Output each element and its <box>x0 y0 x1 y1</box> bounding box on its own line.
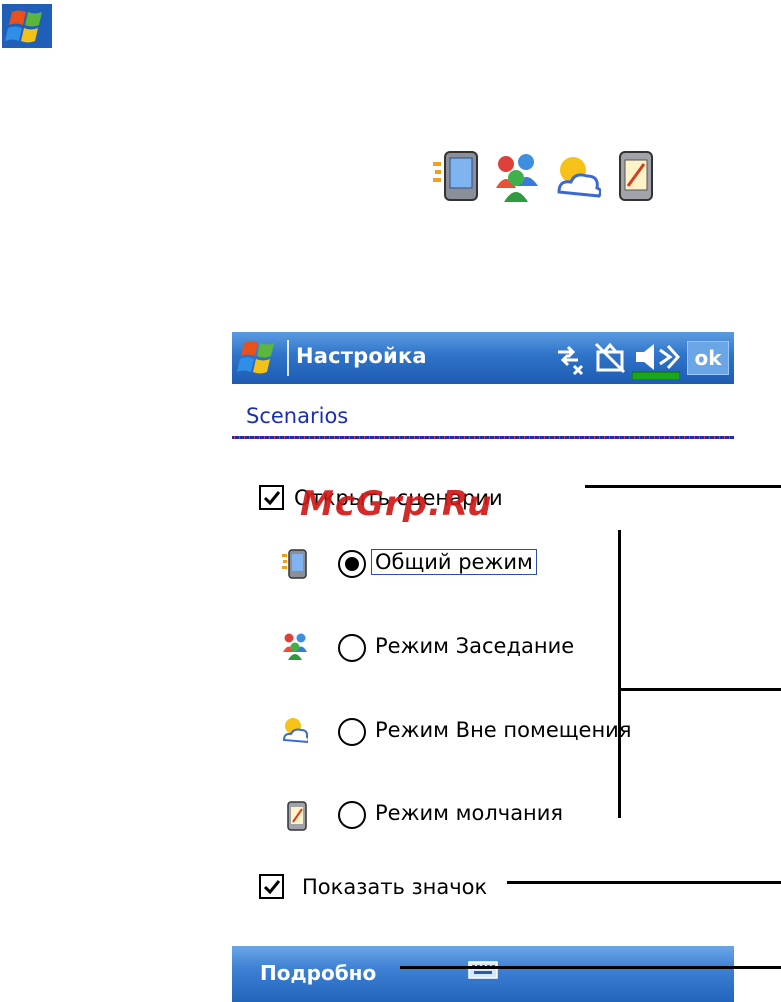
callout-line-details <box>400 966 781 969</box>
section-divider <box>232 436 734 439</box>
ok-button[interactable]: ok <box>687 341 729 375</box>
callout-line-open-scenarios <box>585 485 781 488</box>
general-mode-radio[interactable] <box>338 550 366 578</box>
device-screen: Настройка ok Scenarios Открыть сценарии <box>232 332 734 1002</box>
connectivity-icon[interactable] <box>554 340 584 376</box>
windows-flag-icon[interactable] <box>236 337 280 379</box>
watermark: McGrp.Ru <box>300 484 493 524</box>
scenario-icon-row <box>433 148 660 204</box>
silent-device-icon <box>287 801 307 831</box>
outdoor-sun-icon <box>282 718 308 744</box>
show-icon-checkbox[interactable] <box>259 874 284 899</box>
radio-selected-dot <box>345 557 359 571</box>
keyboard-icon[interactable] <box>468 958 498 982</box>
meeting-people-icon <box>496 154 538 202</box>
open-scenarios-checkbox[interactable] <box>259 485 284 510</box>
outdoor-mode-label[interactable]: Режим Вне помещения <box>375 718 631 742</box>
meeting-people-icon <box>283 633 307 660</box>
section-header: Scenarios <box>246 404 349 428</box>
callout-line-show-icon <box>507 881 781 884</box>
outdoor-mode-radio[interactable] <box>338 718 366 746</box>
callout-bracket-scenarios <box>618 530 621 818</box>
meeting-mode-radio[interactable] <box>338 634 366 662</box>
show-icon-label: Показать значок <box>302 875 488 899</box>
title-bar: Настройка ok <box>232 332 734 384</box>
general-mode-device-icon <box>282 549 307 579</box>
silent-device-icon <box>619 151 653 201</box>
volume-icon[interactable] <box>632 340 680 380</box>
outdoor-sun-icon <box>557 157 601 198</box>
general-mode-device-icon <box>433 151 478 201</box>
title-separator <box>287 340 289 376</box>
silent-mode-radio[interactable] <box>338 801 366 829</box>
windows-flag-icon <box>2 4 52 48</box>
silent-mode-label[interactable]: Режим молчания <box>375 801 563 825</box>
window-title: Настройка <box>296 344 427 368</box>
menu-bar: Подробно <box>232 946 734 1002</box>
callout-line-scenarios <box>618 688 781 691</box>
checkmark-icon <box>263 491 281 506</box>
sync-off-icon[interactable] <box>592 340 628 376</box>
meeting-mode-label[interactable]: Режим Заседание <box>375 634 574 658</box>
general-mode-label[interactable]: Общий режим <box>371 549 537 575</box>
details-softkey[interactable]: Подробно <box>260 961 376 985</box>
checkmark-icon <box>263 880 281 895</box>
